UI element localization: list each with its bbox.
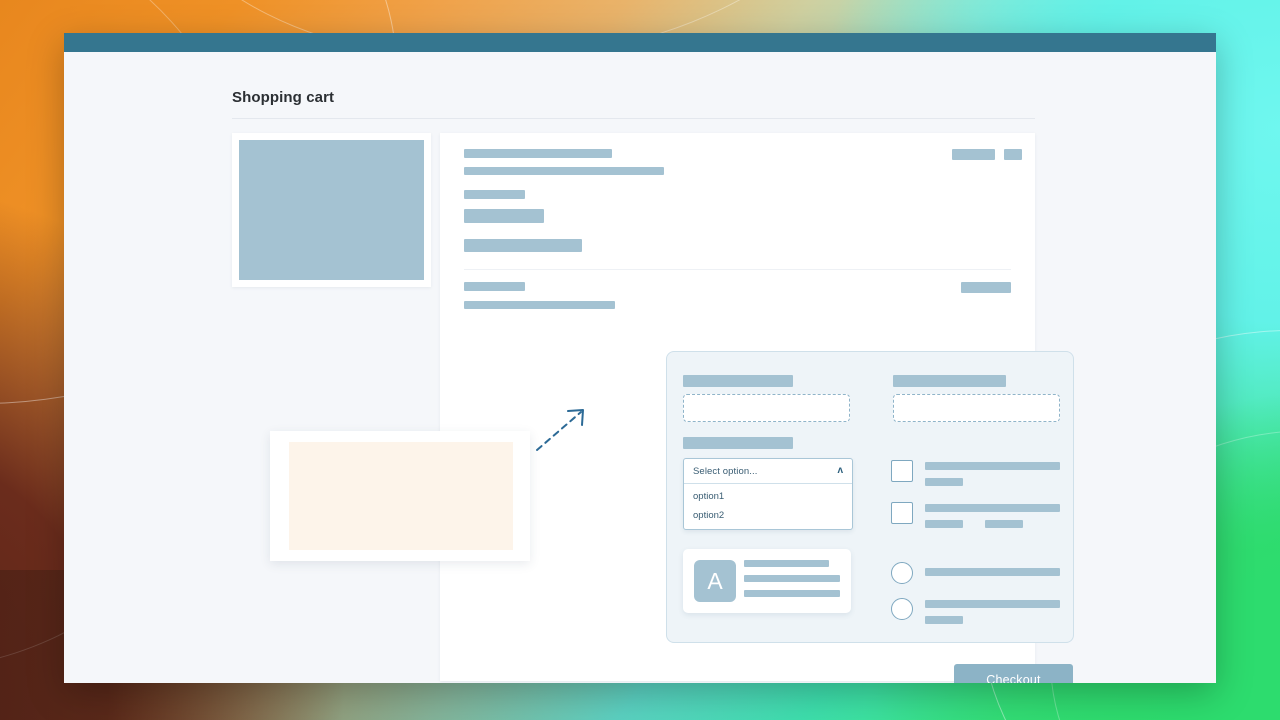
title-divider: [232, 118, 1035, 119]
field-label-1: [683, 375, 793, 387]
feature-callout-inner: [289, 442, 513, 550]
cart-content-card: Select option... ʌ option1 option2 A Chec…: [440, 133, 1074, 683]
select-dropdown[interactable]: Select option... ʌ option1 option2: [683, 458, 853, 530]
field-label-2: [893, 375, 1006, 387]
checkout-button[interactable]: Checkout: [954, 664, 1073, 683]
checkbox-option-2-label-line: [925, 520, 963, 528]
radio-option-2[interactable]: [891, 598, 913, 620]
avatar-info-card[interactable]: A: [683, 549, 851, 613]
select-option-list[interactable]: option1 option2: [684, 484, 852, 529]
field-label-3: [683, 437, 793, 449]
select-option-1[interactable]: option1: [684, 487, 852, 506]
page-body: Shopping cart Select option... ʌ option1…: [64, 52, 1216, 683]
checkbox-option-1[interactable]: [891, 460, 913, 482]
checkbox-option-2-label-line: [985, 520, 1023, 528]
avatar-text-line: [744, 575, 840, 582]
cart-total-line: [961, 282, 1011, 293]
checkbox-option-1-label-line: [925, 462, 1060, 470]
feature-callout: [270, 431, 530, 561]
text-input-1[interactable]: [683, 394, 850, 422]
checkbox-option-2[interactable]: [891, 502, 913, 524]
select-placeholder: Select option...: [693, 465, 758, 477]
text-input-2[interactable]: [893, 394, 1060, 422]
cart-total-line: [464, 301, 615, 309]
checkbox-option-2-label-line: [925, 504, 1060, 512]
radio-option-1[interactable]: [891, 562, 913, 584]
radio-option-1-label-line: [925, 568, 1060, 576]
select-option-2[interactable]: option2: [684, 506, 852, 525]
product-detail-line: [952, 149, 995, 160]
product-detail-line: [464, 190, 525, 199]
custom-fields-panel: Select option... ʌ option1 option2 A: [666, 351, 1074, 643]
radio-option-2-label-line: [925, 616, 963, 624]
checkbox-option-1-label-line: [925, 478, 963, 486]
product-image-card[interactable]: [232, 133, 431, 287]
product-detail-line: [464, 149, 612, 158]
select-dropdown-header[interactable]: Select option... ʌ: [684, 459, 852, 484]
product-detail-line: [464, 239, 582, 252]
product-detail-line: [464, 209, 544, 223]
avatar-text-line: [744, 590, 840, 597]
app-window: Shopping cart Select option... ʌ option1…: [64, 33, 1216, 683]
dashed-arrow-icon: [536, 409, 584, 451]
window-title-bar: [64, 33, 1216, 52]
product-image-placeholder: [239, 140, 424, 280]
chevron-up-icon[interactable]: ʌ: [837, 466, 843, 476]
cart-row-divider: [464, 269, 1011, 270]
avatar-text-line: [744, 560, 829, 567]
cart-total-line: [464, 282, 525, 291]
desktop-wallpaper: Shopping cart Select option... ʌ option1…: [0, 0, 1280, 720]
product-detail-line: [464, 167, 664, 175]
page-title: Shopping cart: [232, 89, 335, 106]
avatar: A: [694, 560, 736, 602]
radio-option-2-label-line: [925, 600, 1060, 608]
product-detail-line: [1004, 149, 1022, 160]
